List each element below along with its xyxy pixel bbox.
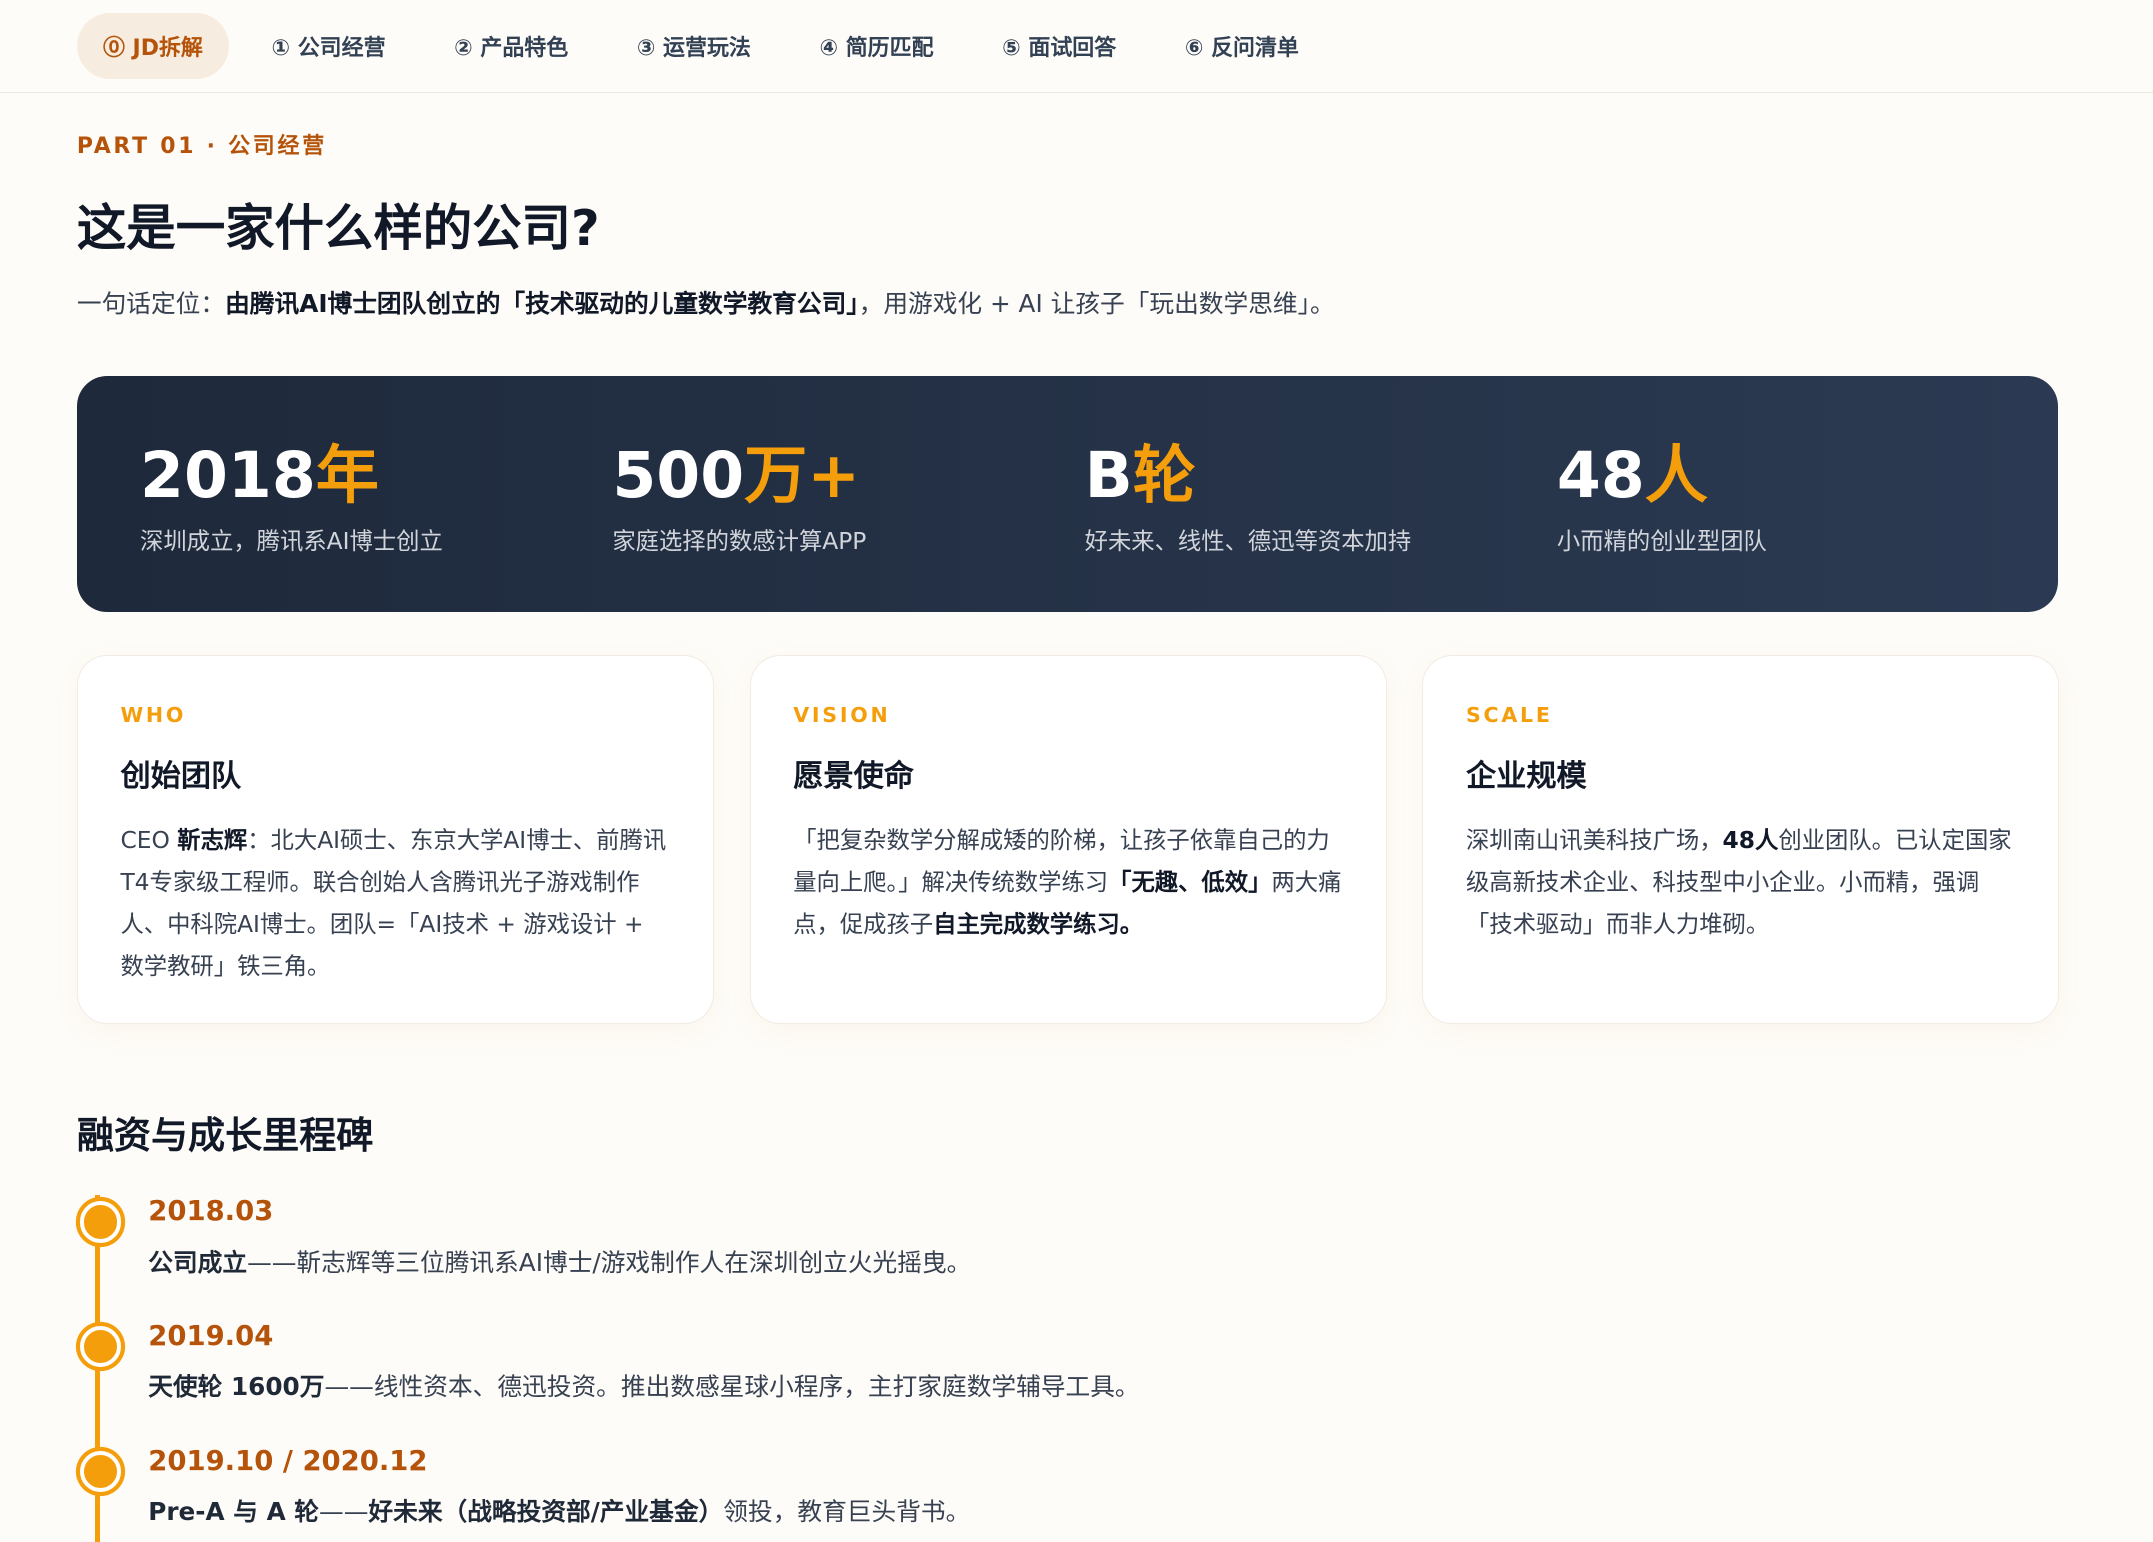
card-title: 愿景使命	[793, 759, 914, 795]
tab-questions[interactable]: ⑥ 反问清单	[1159, 13, 1325, 79]
stat-number: B	[1084, 437, 1133, 512]
milestone-desc: ——线性资本、德迅投资。推出数感星球小程序，主打家庭数学辅导工具。	[324, 1372, 1140, 1402]
tagline-suffix: ，用游戏化 + AI 让孩子「玩出数学思维」。	[858, 289, 1335, 319]
stat-value: 48人	[1557, 437, 2029, 514]
stat-number: 2018	[140, 437, 316, 512]
card-bold: 靳志辉	[177, 825, 248, 854]
stat-desc: 好未来、线性、德迅等资本加持	[1084, 526, 1412, 555]
milestone-text: 公司成立——靳志辉等三位腾讯系AI博士/游戏制作人在深圳创立火光摇曳。	[148, 1243, 971, 1279]
tab-interview[interactable]: ⑤ 面试回答	[976, 13, 1142, 79]
card-founding-team: WHO 创始团队 CEO 靳志辉：北大AI硕士、东京大学AI博士、前腾讯T4专家…	[76, 654, 714, 1025]
card-text: CEO	[120, 825, 178, 854]
milestone-text: Pre-A 与 A 轮——好未来（战略投资部/产业基金）领投，教育巨头背书。	[148, 1492, 970, 1528]
milestone-text: 天使轮 1600万——线性资本、德迅投资。推出数感星球小程序，主打家庭数学辅导工…	[148, 1367, 1139, 1403]
tab-resume-match[interactable]: ④ 简历匹配	[793, 13, 959, 79]
stat-value: B轮	[1085, 437, 1557, 514]
card-scale: SCALE 企业规模 深圳南山讯美科技广场，48人创业团队。已认定国家级高新技术…	[1422, 654, 2060, 1025]
info-cards: WHO 创始团队 CEO 靳志辉：北大AI硕士、东京大学AI博士、前腾讯T4专家…	[76, 654, 2060, 1025]
milestone-date: 2018.03	[148, 1195, 274, 1227]
stat-families: 500万+ 家庭选择的数感计算APP	[612, 437, 1084, 613]
stat-unit: 轮	[1132, 437, 1196, 512]
card-title: 企业规模	[1465, 759, 1587, 795]
stat-desc: 家庭选择的数感计算APP	[612, 526, 867, 555]
card-kicker: VISION	[793, 702, 891, 727]
tagline: 一句话定位：由腾讯AI博士团队创立的「技术驱动的儿童数学教育公司」，用游戏化 +…	[77, 284, 1335, 320]
tab-operations[interactable]: ③ 运营玩法	[611, 13, 777, 79]
card-body: CEO 靳志辉：北大AI硕士、东京大学AI博士、前腾讯T4专家级工程师。联合创始…	[120, 820, 671, 988]
card-body: 深圳南山讯美科技广场，48人创业团队。已认定国家级高新技术企业、科技型中小企业。…	[1466, 820, 2017, 946]
card-text: 深圳南山讯美科技广场，	[1465, 825, 1723, 854]
card-vision: VISION 愿景使命 「把复杂数学分解成矮的阶梯，让孩子依靠自己的力量向上爬。…	[749, 654, 1387, 1025]
card-bold: 48人	[1722, 825, 1779, 854]
milestone-bold: 公司成立	[148, 1247, 248, 1277]
stat-number: 48	[1556, 437, 1645, 512]
timeline-dot-icon	[79, 1201, 121, 1243]
section-kicker: PART 01 · 公司经营	[76, 134, 327, 160]
card-bold: 「无趣、低效」	[1108, 867, 1272, 896]
tab-product[interactable]: ② 产品特色	[428, 13, 594, 79]
milestone-date: 2019.10 / 2020.12	[148, 1445, 428, 1477]
milestone-bold: 天使轮 1600万	[148, 1372, 325, 1402]
card-title: 创始团队	[120, 759, 242, 795]
milestone-bold: 好未来（战略投资部/产业基金）	[368, 1497, 724, 1527]
milestone-desc: ——靳志辉等三位腾讯系AI博士/游戏制作人在深圳创立火光摇曳。	[247, 1247, 972, 1277]
tab-company[interactable]: ① 公司经营	[245, 13, 411, 79]
milestone-desc: ——	[319, 1497, 369, 1527]
stat-team-size: 48人 小而精的创业型团队	[1557, 437, 2029, 613]
stat-unit: 年	[315, 437, 379, 512]
card-bold: 自主完成数学练习。	[933, 909, 1144, 938]
stats-band: 2018年 深圳成立，腾讯系AI博士创立 500万+ 家庭选择的数感计算APP …	[76, 376, 2059, 613]
stat-value: 2018年	[140, 437, 612, 514]
card-kicker: WHO	[120, 702, 187, 727]
milestones-title: 融资与成长里程碑	[76, 1114, 374, 1158]
card-kicker: SCALE	[1465, 702, 1553, 727]
timeline-dot-icon	[79, 1451, 121, 1493]
stat-desc: 深圳成立，腾讯系AI博士创立	[140, 526, 443, 555]
stat-desc: 小而精的创业型团队	[1556, 526, 1767, 555]
top-nav: ⓪ JD拆解 ① 公司经营 ② 产品特色 ③ 运营玩法 ④ 简历匹配 ⑤ 面试回…	[0, 0, 2153, 94]
tagline-bold: 由腾讯AI博士团队创立的「技术驱动的儿童数学教育公司」	[225, 289, 859, 319]
stat-founded: 2018年 深圳成立，腾讯系AI博士创立	[140, 437, 612, 613]
timeline-dot-icon	[79, 1326, 121, 1368]
stat-number: 500	[612, 437, 745, 512]
card-body: 「把复杂数学分解成矮的阶梯，让孩子依靠自己的力量向上爬。」解决传统数学练习「无趣…	[793, 820, 1344, 946]
milestone-desc: 领投，教育巨头背书。	[723, 1497, 971, 1527]
tab-jd-breakdown[interactable]: ⓪ JD拆解	[76, 13, 229, 80]
page-title: 这是一家什么样的公司?	[76, 199, 600, 258]
stat-unit: 万+	[744, 437, 861, 512]
stat-funding-round: B轮 好未来、线性、德迅等资本加持	[1085, 437, 1557, 613]
stat-unit: 人	[1644, 437, 1708, 512]
milestone-bold: Pre-A 与 A 轮	[148, 1497, 320, 1527]
milestone-date: 2019.04	[148, 1320, 274, 1352]
tagline-prefix: 一句话定位：	[76, 289, 226, 319]
stat-value: 500万+	[612, 437, 1084, 514]
